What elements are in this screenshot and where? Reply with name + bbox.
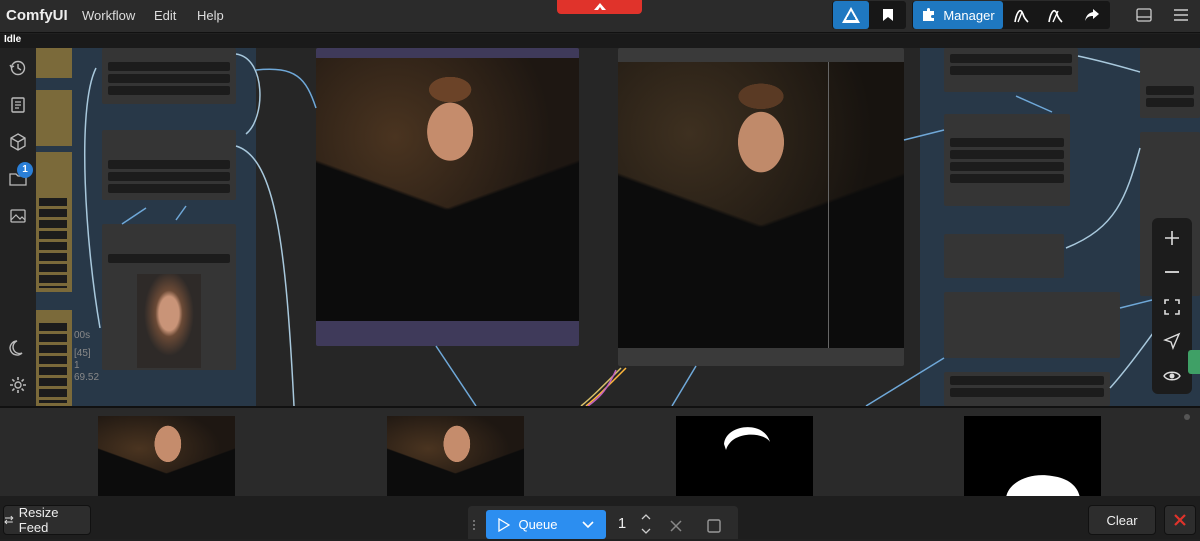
close-icon	[1174, 514, 1186, 526]
plus-icon[interactable]	[1162, 228, 1182, 248]
bookmark-button[interactable]	[871, 1, 905, 29]
node-canvas[interactable]: 00s [45] 1 69.52	[36, 48, 1200, 406]
document-icon[interactable]	[8, 95, 28, 115]
graph-icon	[1014, 9, 1029, 23]
image-feed	[0, 406, 1200, 498]
status-text: Idle	[4, 34, 22, 45]
queue-button[interactable]: Queue	[486, 510, 570, 539]
resize-feed-button[interactable]: Resize Feed	[3, 505, 91, 535]
cube-icon[interactable]	[8, 132, 28, 152]
canvas-view-controls	[1152, 218, 1192, 394]
side-extension-tab[interactable]	[1188, 350, 1200, 374]
manager-button[interactable]: Manager	[913, 1, 1003, 29]
feed-thumbnail[interactable]	[387, 416, 524, 498]
hamburger-icon	[1174, 9, 1188, 21]
resize-icon	[4, 515, 14, 525]
clear-feed-button[interactable]: Clear	[1088, 505, 1156, 535]
feed-mask-thumbnail[interactable]	[964, 416, 1101, 498]
panel-icon	[1136, 8, 1152, 22]
status-bar: Idle	[0, 34, 1200, 48]
resize-feed-label: Resize Feed	[18, 505, 59, 535]
stop-icon	[707, 519, 721, 533]
batch-count-input[interactable]: 1	[610, 512, 634, 536]
stop-button[interactable]	[706, 518, 722, 534]
node-graph-button-2[interactable]	[1040, 1, 1070, 29]
feed-scroll-indicator	[1184, 414, 1190, 420]
mask-shape	[724, 427, 770, 450]
sidebar: 1	[0, 48, 36, 406]
hamburger-menu-button[interactable]	[1168, 1, 1194, 29]
play-icon	[498, 517, 511, 532]
queue-options-dropdown[interactable]	[570, 510, 606, 539]
batch-count-stepper[interactable]	[640, 512, 652, 536]
eye-icon[interactable]	[1162, 366, 1182, 386]
app-logo[interactable]: ComfyUI	[6, 7, 68, 24]
node-wires	[83, 53, 1187, 406]
fit-view-icon[interactable]	[1162, 297, 1182, 317]
bookmark-icon	[883, 9, 893, 21]
chevron-down-icon	[582, 520, 594, 528]
share-icon	[1085, 9, 1099, 21]
node-graph-button-1[interactable]	[1006, 1, 1036, 29]
image-icon[interactable]	[8, 206, 28, 226]
queue-label: Queue	[518, 517, 558, 532]
toggle-bottom-panel-button[interactable]	[1132, 1, 1156, 29]
menu-edit[interactable]: Edit	[154, 8, 176, 23]
queue-count-badge: 1	[17, 162, 33, 178]
graph-alt-icon	[1048, 9, 1063, 23]
gear-icon[interactable]	[8, 375, 28, 395]
drag-handle-icon[interactable]	[472, 518, 476, 530]
puzzle-icon	[923, 8, 935, 21]
share-button[interactable]	[1077, 1, 1107, 29]
history-icon[interactable]	[8, 58, 28, 78]
feed-thumbnail[interactable]	[98, 416, 235, 498]
feed-mask-thumbnail[interactable]	[676, 416, 813, 498]
chevron-up-icon	[594, 3, 606, 10]
stepper-arrows-icon	[641, 514, 651, 534]
close-feed-button[interactable]	[1164, 505, 1196, 535]
manager-label: Manager	[943, 7, 995, 23]
cancel-run-button[interactable]	[668, 518, 684, 534]
minus-icon[interactable]	[1162, 262, 1182, 282]
comfy-triangle-icon	[842, 7, 860, 23]
top-bar: ComfyUI Workflow Edit Help Manager	[0, 0, 1200, 33]
workflow-tab-indicator[interactable]	[557, 0, 642, 14]
bottom-bar: Resize Feed Queue 1 Clear	[0, 496, 1200, 539]
mask-shape	[1006, 475, 1080, 498]
close-icon	[670, 520, 682, 532]
menu-workflow[interactable]: Workflow	[82, 8, 135, 23]
navigate-icon[interactable]	[1162, 331, 1182, 351]
moon-icon[interactable]	[8, 338, 28, 358]
comfy-logo-button[interactable]	[833, 1, 869, 29]
menu-help[interactable]: Help	[197, 8, 224, 23]
